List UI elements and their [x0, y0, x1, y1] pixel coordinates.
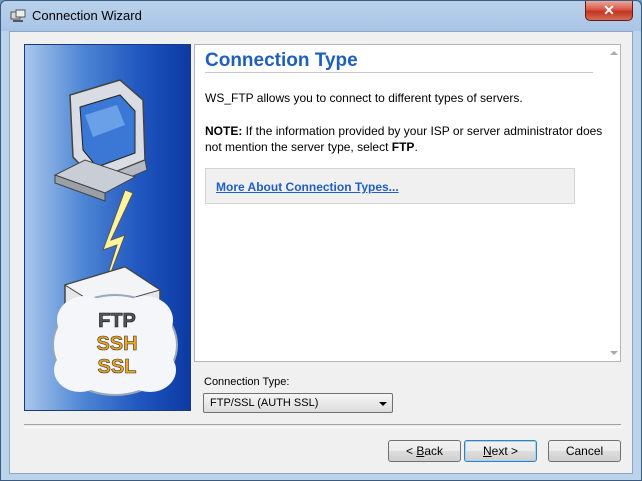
- page-title: Connection Type: [205, 50, 358, 71]
- close-button[interactable]: ✕: [585, 1, 633, 21]
- connection-type-value: FTP/SSL (AUTH SSL): [210, 397, 319, 409]
- more-about-connection-types-link[interactable]: More About Connection Types...: [216, 180, 399, 194]
- button-separator: [24, 424, 621, 428]
- back-prefix: <: [405, 444, 417, 458]
- protocol-label-ssh: SSH: [96, 333, 137, 355]
- note-label: NOTE:: [205, 124, 243, 138]
- connection-wizard-icon: [10, 9, 26, 22]
- title-divider: [205, 72, 593, 73]
- cancel-button[interactable]: Cancel: [548, 440, 621, 462]
- more-info-box: More About Connection Types...: [205, 168, 575, 204]
- back-rest: ack: [424, 444, 444, 458]
- dropdown-arrow-icon: [379, 402, 387, 406]
- note-paragraph: NOTE: If the information provided by you…: [205, 123, 605, 155]
- next-mnemonic: N: [482, 444, 492, 458]
- page-content-panel: Connection Type WS_FTP allows you to con…: [194, 44, 621, 362]
- title-bar[interactable]: Connection Wizard ✕: [1, 1, 641, 31]
- connection-type-dropdown[interactable]: FTP/SSL (AUTH SSL): [203, 393, 393, 413]
- window-title: Connection Wizard: [32, 8, 142, 23]
- wizard-side-illustration: FTP SSH SSL: [24, 44, 191, 411]
- note-end: .: [414, 140, 418, 154]
- scroll-up-arrow-icon[interactable]: [610, 50, 618, 56]
- protocol-label-ftp: FTP: [98, 310, 136, 332]
- scroll-down-arrow-icon[interactable]: [610, 350, 618, 356]
- protocol-label-ssl: SSL: [98, 356, 137, 378]
- next-button[interactable]: Next >: [464, 440, 537, 462]
- note-bold-ftp: FTP: [391, 140, 415, 154]
- wizard-body: FTP SSH SSL Connection Type WS_FTP allow…: [9, 31, 633, 474]
- connection-wizard-window: Connection Wizard ✕ FTP SSH SSL Connecti…: [0, 0, 642, 481]
- connection-type-label: Connection Type:: [204, 376, 290, 388]
- next-rest: ext >: [491, 444, 519, 458]
- network-illustration: FTP SSH SSL: [52, 79, 178, 396]
- page-description: WS_FTP allows you to connect to differen…: [205, 91, 523, 105]
- back-button[interactable]: < Back: [388, 440, 461, 462]
